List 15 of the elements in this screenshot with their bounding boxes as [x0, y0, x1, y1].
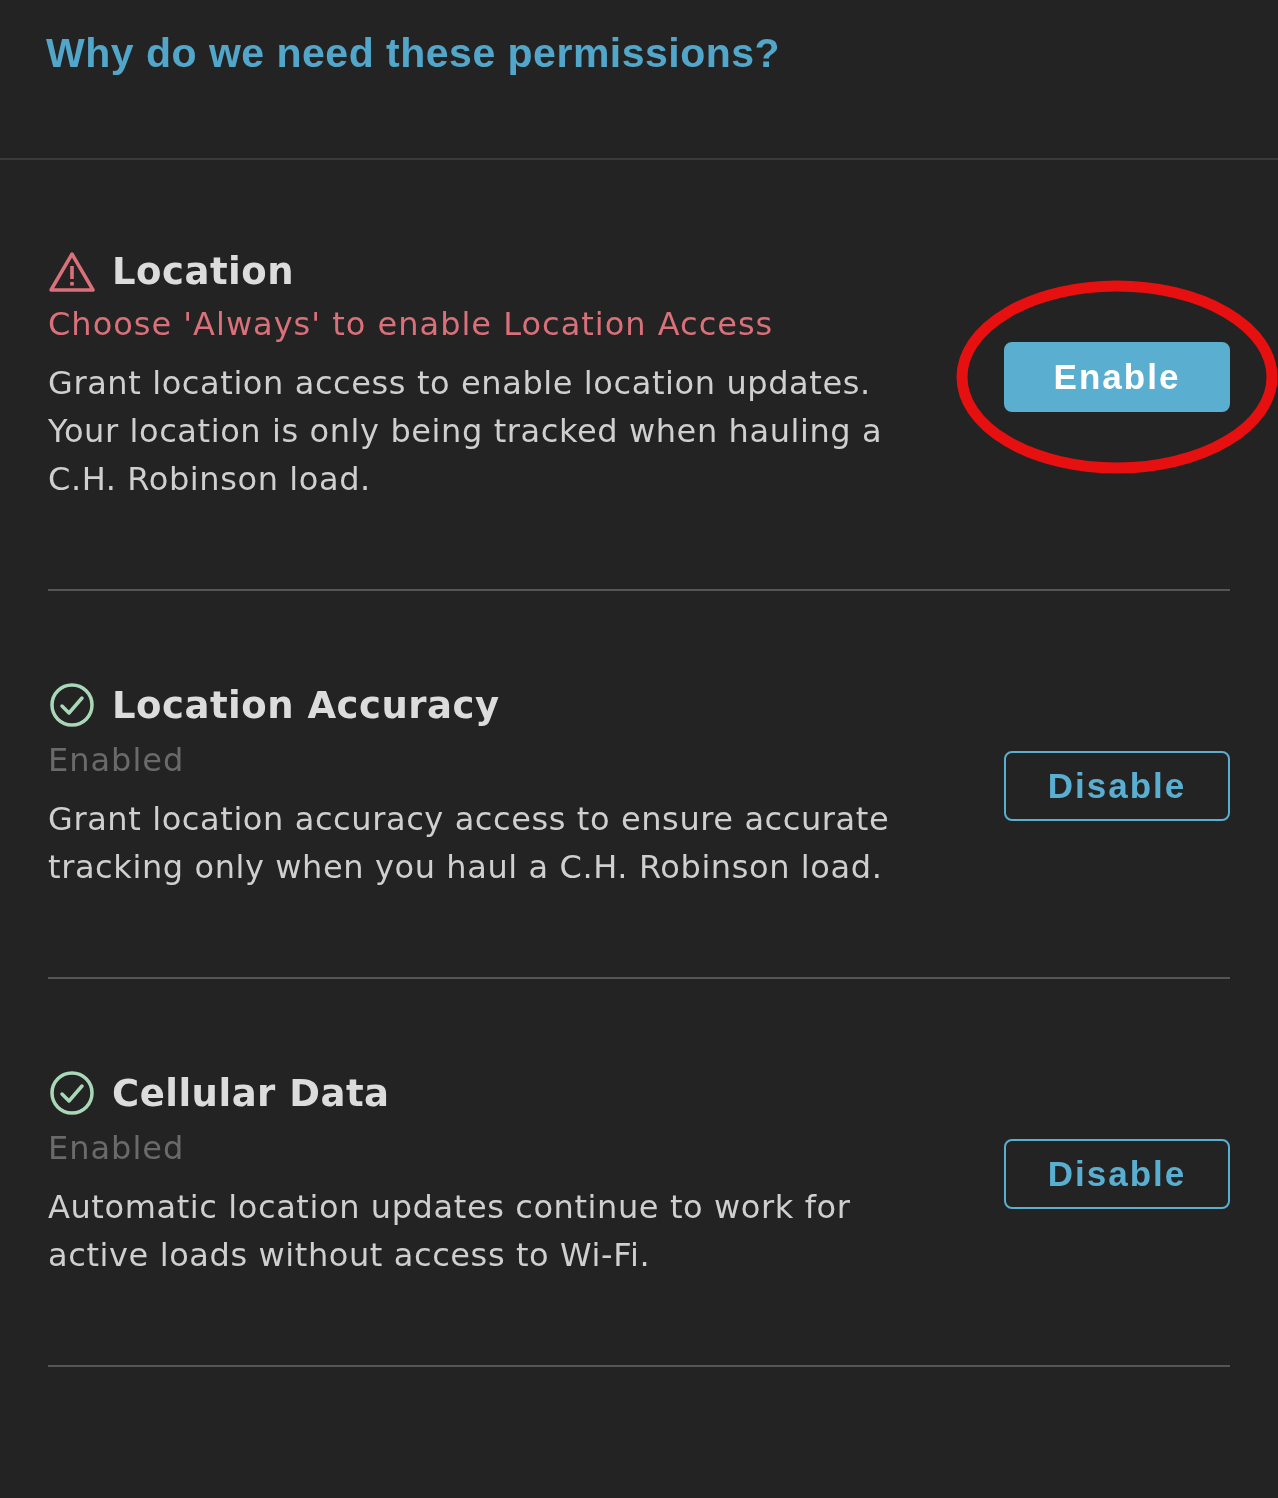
page-title: Why do we need these permissions?	[46, 30, 782, 77]
disable-button[interactable]: Disable	[1004, 751, 1230, 821]
permission-description: Grant location accuracy access to ensure accurate tracking only when you haul a C.H. Robinson load.	[48, 799, 891, 888]
permission-title: Cellular Data	[112, 1071, 390, 1115]
permission-description: Grant location access to enable location updates. Your location is only being tracked when hauling a C.H. Robinson load.	[48, 363, 884, 500]
check-circle-icon	[48, 1069, 96, 1117]
status-text: Choose 'Always' to enable Location Access	[48, 305, 775, 343]
permission-description: Automatic location updates continue to work for active loads without access to Wi-Fi.	[48, 1187, 852, 1276]
check-circle-icon	[48, 681, 96, 729]
permission-title: Location Accuracy	[112, 683, 500, 727]
disable-button[interactable]: Disable	[1004, 1139, 1230, 1209]
permission-title: Location	[112, 250, 295, 293]
status-text: Enabled	[48, 1129, 186, 1167]
warning-icon	[48, 250, 96, 293]
status-text: Enabled	[48, 741, 186, 779]
